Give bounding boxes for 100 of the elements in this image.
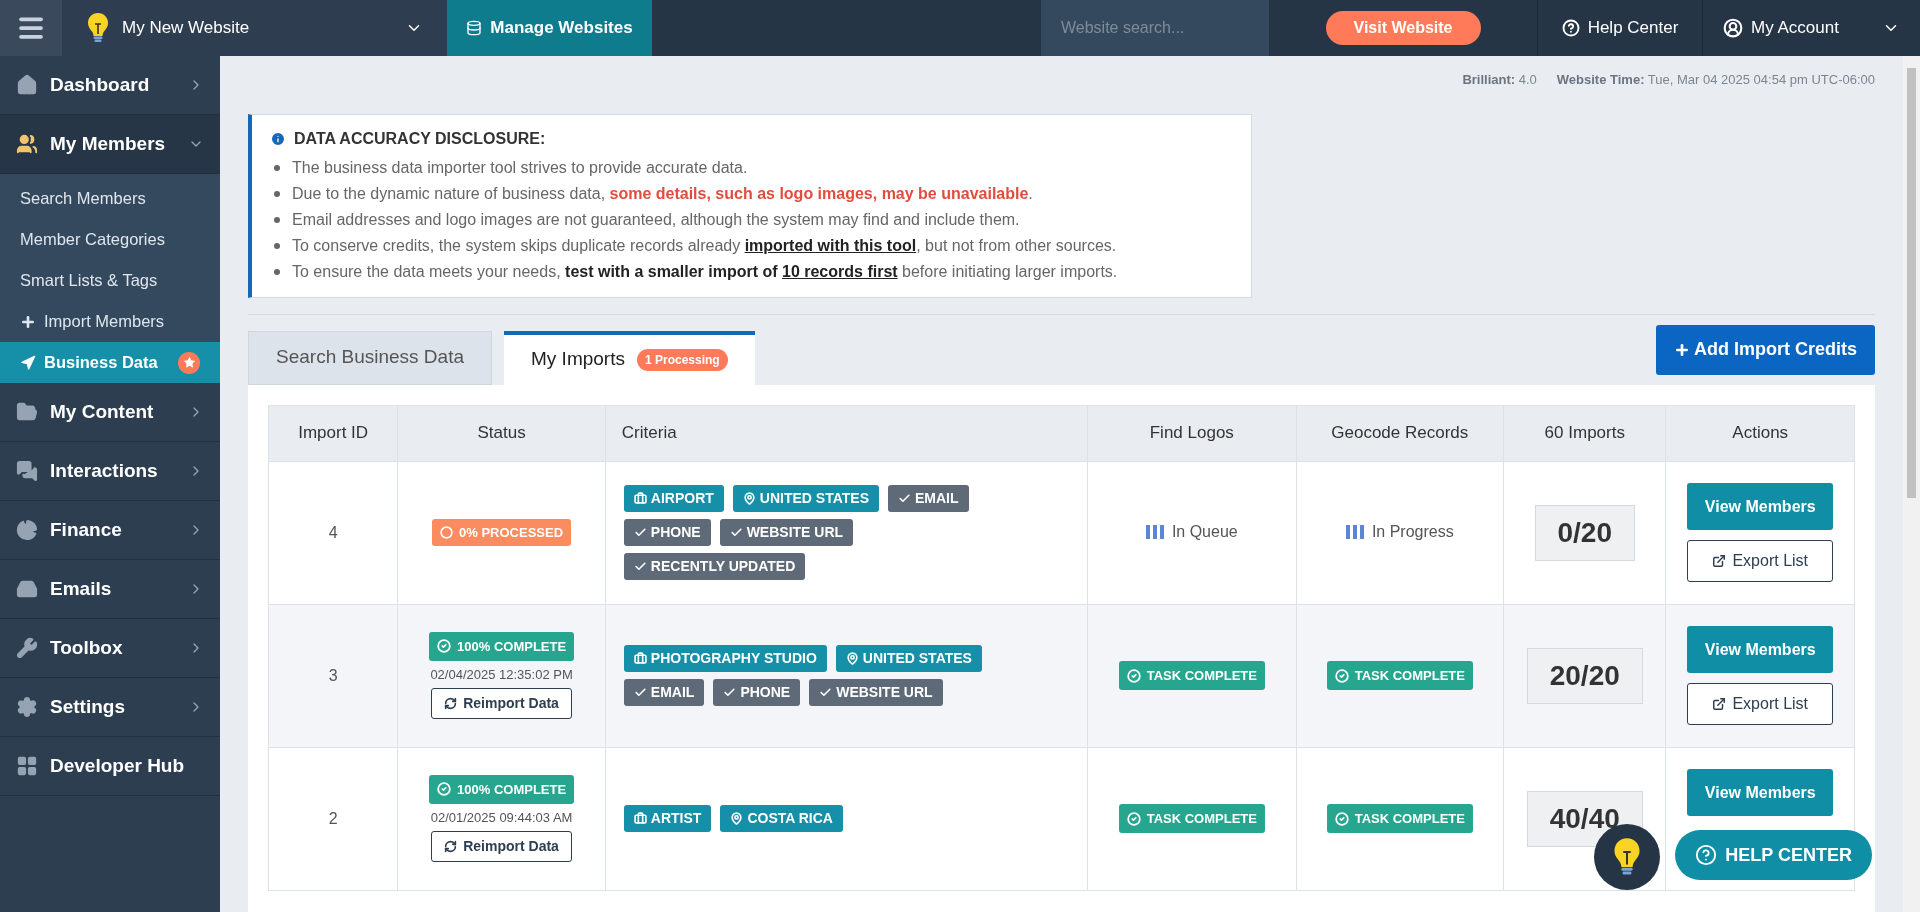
complete-badge: TASK COMPLETE xyxy=(1326,804,1473,833)
bars-icon xyxy=(1145,524,1164,539)
manage-websites-button[interactable]: Manage Websites xyxy=(447,0,652,56)
sidebar-item[interactable]: Developer Hub xyxy=(0,737,220,796)
submenu-item[interactable]: Smart Lists & Tags xyxy=(0,260,220,301)
check-circle-icon xyxy=(1126,668,1141,683)
tab[interactable]: My Imports 1 Processing xyxy=(504,330,755,385)
check-icon xyxy=(723,686,737,699)
disclosure-link[interactable]: imported with this tool xyxy=(744,236,917,254)
processing-badge: 1 Processing xyxy=(636,348,728,371)
progress-status: In Progress xyxy=(1371,521,1454,542)
sidebar-item[interactable]: Interactions xyxy=(0,442,220,501)
column-header: Criteria xyxy=(621,423,677,443)
criteria-tag: UNITED STATES xyxy=(835,645,982,672)
complete-badge: TASK COMPLETE xyxy=(1118,804,1265,833)
disclosure-title: DATA ACCURACY DISCLOSURE: xyxy=(294,128,546,149)
criteria-tag: RECENTLY UPDATED xyxy=(623,553,806,580)
criteria-tag: PHONE xyxy=(623,519,711,546)
submenu-item[interactable]: Member Categories xyxy=(0,219,220,260)
bullet-icon xyxy=(274,164,280,171)
external-link-icon xyxy=(1712,554,1727,568)
submenu-item[interactable]: Import Members xyxy=(0,301,220,342)
refresh-icon xyxy=(444,697,458,711)
help-center-link[interactable]: Help Center xyxy=(1537,0,1702,56)
criteria-tag: EMAIL xyxy=(888,485,969,512)
disclosure-item: Email addresses and logo images are not guaranteed, although the system may find and include them. xyxy=(292,209,1020,230)
view-members-button[interactable]: View Members xyxy=(1687,483,1834,530)
check-circle-icon xyxy=(437,639,451,654)
sidebar-item[interactable]: Emails xyxy=(0,560,220,619)
refresh-icon xyxy=(444,840,458,854)
pin-icon xyxy=(845,652,859,665)
criteria-tag: WEBSITE URL xyxy=(719,519,854,546)
lightbulb-icon xyxy=(86,12,110,44)
help-icon xyxy=(1561,19,1580,37)
import-count: 0/20 xyxy=(1534,504,1635,561)
menu-button[interactable] xyxy=(0,0,62,56)
processing-badge: 0% PROCESSED xyxy=(432,519,572,546)
site-selector[interactable]: My New Website xyxy=(62,0,447,56)
sidebar-item[interactable]: My Content xyxy=(0,383,220,442)
reimport-button[interactable]: Reimport Data xyxy=(431,688,572,720)
grid-icon xyxy=(16,755,38,777)
submenu-item[interactable]: Business Data xyxy=(0,342,220,383)
criteria-tag: AIRPORT xyxy=(623,485,724,512)
submenu-item[interactable]: Search Members xyxy=(0,178,220,219)
sidebar-item[interactable]: Settings xyxy=(0,678,220,737)
scrollbar[interactable] xyxy=(1903,56,1920,912)
bullet-icon xyxy=(274,190,280,197)
briefcase-icon xyxy=(633,492,647,505)
view-members-button[interactable]: View Members xyxy=(1687,626,1834,673)
sidebar-item[interactable]: Toolbox xyxy=(0,619,220,678)
check-icon xyxy=(898,492,911,505)
account-menu[interactable]: My Account xyxy=(1702,0,1920,56)
info-icon xyxy=(270,130,286,147)
disclosure-link[interactable]: 10 records first xyxy=(782,262,898,280)
tab[interactable]: Search Business Data xyxy=(248,330,492,385)
meta-info: Website Time: Tue, Mar 04 2025 04:54 pm UTC-06:00 xyxy=(1556,71,1875,89)
reimport-button[interactable]: Reimport Data xyxy=(431,831,572,863)
export-list-button[interactable]: Export List xyxy=(1687,683,1834,725)
disclosure-item: To ensure the data meets your needs, test with a smaller import of 10 records first before initiating larger imports. xyxy=(292,261,1118,282)
criteria-tag: EMAIL xyxy=(623,679,705,706)
briefcase-icon xyxy=(633,812,647,825)
column-header: Find Logos xyxy=(1149,423,1234,443)
criteria-tag: COSTA RICA xyxy=(720,805,843,832)
sidebar-item[interactable]: Finance xyxy=(0,501,220,560)
column-header: Actions xyxy=(1732,423,1789,443)
meta-info: Brilliant: 4.0 xyxy=(1462,71,1537,89)
complete-badge: TASK COMPLETE xyxy=(1326,661,1473,690)
column-header: Geocode Records xyxy=(1331,423,1469,443)
view-members-button[interactable]: View Members xyxy=(1687,769,1834,816)
disclosure-item: Due to the dynamic nature of business data, some details, such as logo images, may be unavailable. xyxy=(292,183,1033,204)
import-id: 4 xyxy=(328,523,338,541)
check-icon xyxy=(633,560,647,573)
house-icon xyxy=(16,74,38,96)
briefcase-icon xyxy=(633,652,647,665)
complete-badge: 100% COMPLETE xyxy=(429,631,575,661)
export-list-button[interactable]: Export List xyxy=(1687,540,1834,582)
check-circle-icon xyxy=(1334,668,1349,683)
lightbulb-icon xyxy=(1612,837,1642,877)
check-circle-icon xyxy=(1126,811,1141,826)
check-icon xyxy=(633,526,647,539)
website-search-field[interactable]: Website search... xyxy=(1041,0,1269,56)
column-header: 60 Imports xyxy=(1544,423,1625,443)
bullet-icon xyxy=(274,216,280,223)
plus-icon xyxy=(20,313,36,330)
import-count: 20/20 xyxy=(1526,647,1643,704)
criteria-tag: WEBSITE URL xyxy=(809,679,943,706)
database-icon xyxy=(466,20,483,36)
pie-chart-icon xyxy=(16,519,38,541)
spinner-icon xyxy=(440,526,454,539)
folder-icon xyxy=(16,401,38,423)
check-circle-icon xyxy=(437,782,451,797)
bars-icon xyxy=(1345,524,1364,539)
sidebar-item[interactable]: My Members xyxy=(0,115,220,174)
bullet-icon xyxy=(274,242,280,249)
disclosure-item: To conserve credits, the system skips duplicate records already imported with this tool, but not from other sources. xyxy=(292,235,1117,256)
check-icon xyxy=(729,526,743,539)
disclosure-item: The business data importer tool strives to provide accurate data. xyxy=(292,157,748,178)
complete-badge: 100% COMPLETE xyxy=(429,774,575,804)
help-center-button[interactable]: HELP CENTER xyxy=(1675,830,1872,880)
add-import-credits-button[interactable]: Add Import Credits xyxy=(1656,324,1875,375)
